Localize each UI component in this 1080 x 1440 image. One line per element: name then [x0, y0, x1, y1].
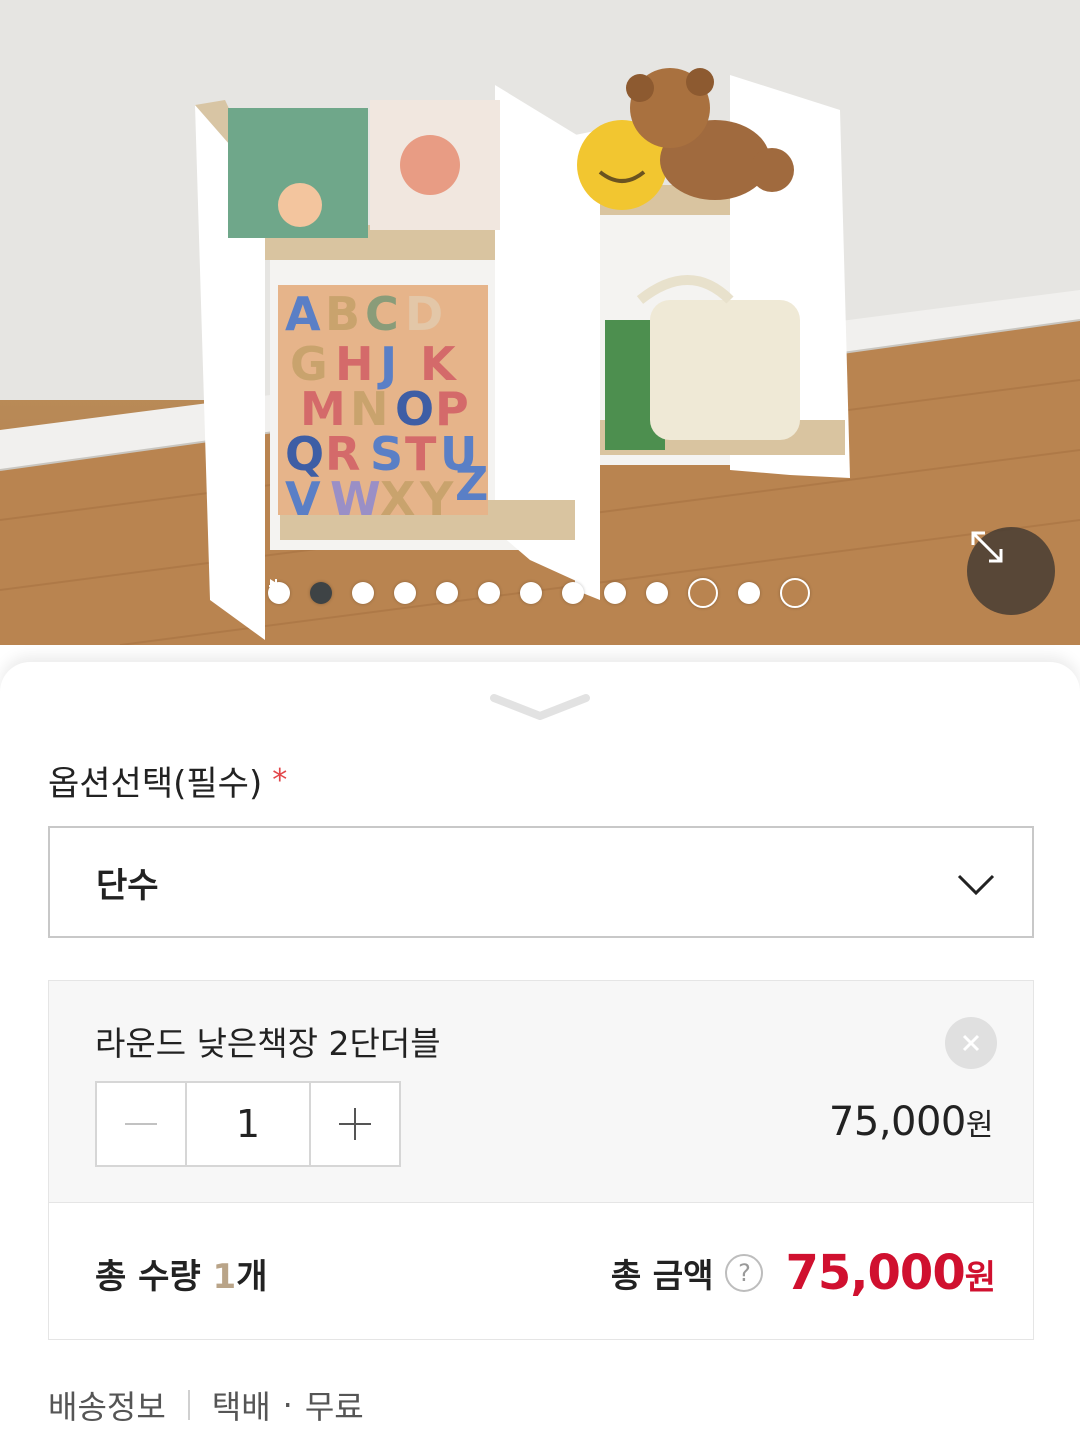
help-icon[interactable]: ? [725, 1254, 764, 1292]
product-photo: AB CD GH JK MN OP QR ST U VW XY Z [0, 0, 1080, 645]
total-amount-value: 75,000원 [785, 1245, 996, 1301]
gallery-dot[interactable] [352, 582, 374, 604]
gallery-dot[interactable] [738, 582, 760, 604]
decrease-quantity-button[interactable] [97, 1083, 185, 1165]
option-title-label: 옵션선택(필수) [48, 764, 263, 804]
svg-text:Y: Y [419, 472, 454, 526]
total-amount-currency: 원 [964, 1258, 996, 1298]
gallery-dot[interactable] [394, 582, 416, 604]
selected-item-name: 라운드 낮은책장 2단더블 [95, 1024, 441, 1063]
chevron-down-icon [957, 874, 995, 896]
gallery-dot[interactable] [562, 582, 584, 604]
gallery-dot[interactable] [520, 582, 542, 604]
total-quantity-label: 총 수량 [95, 1257, 201, 1297]
total-amount: 총 금액 ? 75,000원 [610, 1233, 996, 1313]
option-select-dropdown[interactable]: 단수 [48, 826, 1034, 938]
plus-icon [339, 1108, 371, 1140]
total-quantity-value: 1 [212, 1257, 237, 1297]
chevron-down-icon [490, 694, 590, 720]
svg-text:X: X [380, 472, 415, 526]
quantity-stepper: 1 [95, 1081, 401, 1167]
shipping-method: 택배 [211, 1388, 271, 1426]
svg-text:Z: Z [455, 457, 488, 511]
total-summary: 총 수량 1개 총 금액 ? 75,000원 [48, 1202, 1034, 1340]
gallery-dot[interactable] [478, 582, 500, 604]
gallery-dot-active[interactable] [310, 582, 332, 604]
plus-circle-icon[interactable] [269, 578, 810, 608]
expand-arrows-icon [971, 531, 1003, 563]
svg-text:A: A [285, 287, 321, 341]
gallery-dot[interactable] [646, 582, 668, 604]
item-price: 75,000원 [828, 1099, 994, 1145]
required-mark: * [272, 763, 288, 798]
svg-text:V: V [285, 472, 321, 526]
item-price-currency: 원 [965, 1108, 994, 1143]
item-price-value: 75,000 [828, 1099, 966, 1145]
minus-icon [125, 1123, 157, 1125]
total-quantity: 총 수량 1개 [95, 1249, 267, 1298]
gallery-dot[interactable] [436, 582, 458, 604]
shipping-fee: 무료 [304, 1388, 364, 1426]
total-amount-number: 75,000 [785, 1245, 965, 1301]
expand-image-button[interactable] [967, 527, 1055, 615]
option-section-title: 옵션선택(필수) * [48, 756, 287, 805]
total-quantity-unit: 개 [236, 1257, 268, 1297]
svg-text:W: W [330, 472, 381, 526]
gallery-dot[interactable] [604, 582, 626, 604]
product-image-gallery[interactable]: AB CD GH JK MN OP QR ST U VW XY Z [0, 0, 1080, 645]
shipping-label: 배송정보 [48, 1388, 166, 1426]
selected-option-value: 단수 [96, 865, 159, 906]
increase-quantity-button[interactable] [311, 1083, 399, 1165]
gallery-pagination [268, 578, 830, 608]
svg-text:C: C [365, 287, 399, 341]
svg-text:B: B [325, 287, 360, 341]
remove-item-button[interactable] [945, 1017, 997, 1069]
collapse-sheet-handle[interactable] [488, 690, 592, 724]
selected-item-card: 라운드 낮은책장 2단더블 1 75,000원 [48, 980, 1034, 1202]
option-bottom-sheet: 옵션선택(필수) * 단수 라운드 낮은책장 2단더블 1 75,000원 총 … [0, 662, 1080, 1440]
play-icon[interactable] [270, 578, 718, 608]
svg-text:D: D [405, 287, 443, 341]
divider [187, 1390, 190, 1420]
total-amount-label: 총 금액 [610, 1256, 714, 1295]
close-icon [962, 1034, 980, 1052]
shipping-separator: · [282, 1386, 293, 1424]
quantity-value[interactable]: 1 [185, 1083, 311, 1165]
shipping-info: 배송정보 택배 · 무료 [48, 1382, 364, 1428]
